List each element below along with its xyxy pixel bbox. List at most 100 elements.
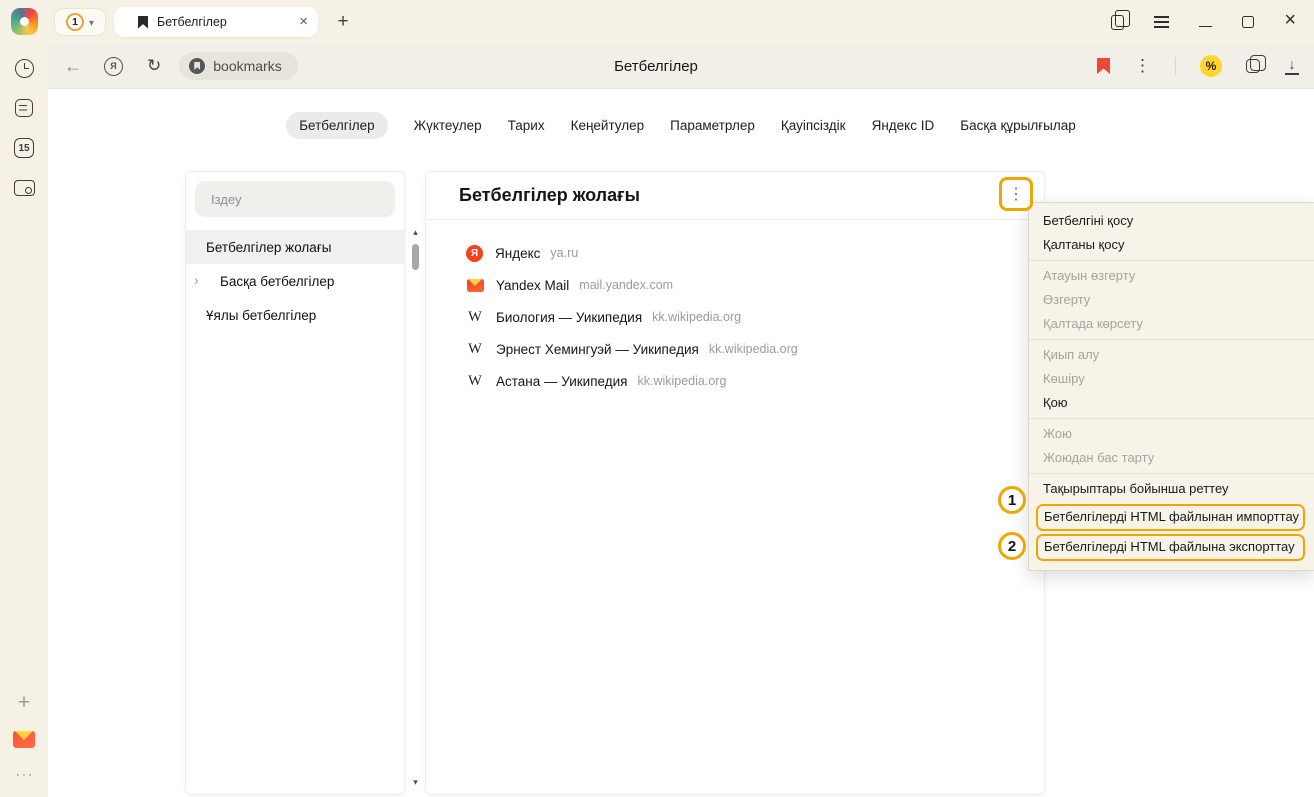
bookmark-title: Yandex Mail <box>496 278 569 293</box>
yandex-mail-icon <box>13 731 35 748</box>
scroll-down-icon[interactable] <box>413 772 418 790</box>
address-badge[interactable]: bookmarks <box>179 52 297 80</box>
add-widget-button[interactable] <box>0 685 48 721</box>
browser-window: 15 1 Бетбелгілер <box>0 0 1314 797</box>
bookmark-item[interactable]: Биология — Уикипедия kk.wikipedia.org <box>466 301 1044 333</box>
annotation-step-1: 1 <box>998 486 1026 514</box>
scroll-thumb[interactable] <box>412 244 419 270</box>
browser-tab-active[interactable]: Бетбелгілер <box>114 7 318 37</box>
minimize-button[interactable] <box>1199 26 1212 28</box>
bookmark-title: Биология — Уикипедия <box>496 310 642 325</box>
panel-heading: Бетбелгілер жолағы <box>459 185 640 206</box>
chevron-right-icon[interactable] <box>194 272 199 288</box>
folder-item-bookmarks-bar[interactable]: Бетбелгілер жолағы <box>186 230 404 264</box>
tab-bookmarks[interactable]: Бетбелгілер <box>286 112 387 139</box>
menu-divider <box>1029 473 1314 474</box>
bookmark-url: mail.yandex.com <box>579 278 673 292</box>
toolbar-divider <box>1175 57 1176 75</box>
tab-settings[interactable]: Параметрлер <box>670 112 755 139</box>
yandex-browser-logo[interactable] <box>11 8 38 35</box>
menu-item-add-folder[interactable]: Қалтаны қосу <box>1029 233 1314 257</box>
bookmark-title: Эрнест Хемингуэй — Уикипедия <box>496 342 699 357</box>
menu-item-copy: Көшіру <box>1029 367 1314 391</box>
notes-count-badge: 15 <box>14 138 34 158</box>
history-button[interactable] <box>0 48 48 88</box>
bookmark-title: Яндекс <box>495 246 540 261</box>
folder-label: Басқа бетбелгілер <box>220 274 334 289</box>
menu-divider <box>1029 260 1314 261</box>
panel-menu-icon[interactable] <box>1008 184 1024 204</box>
menu-item-import-html[interactable]: Бетбелгілерді HTML файлынан импорттау <box>1036 504 1305 531</box>
maximize-button[interactable] <box>1242 16 1254 28</box>
address-toolbar: bookmarks Бетбелгілер <box>48 44 1314 89</box>
strip-top-icons: 15 <box>0 48 48 208</box>
bookmarks-panel: Бетбелгілер жолағы Яндекс ya.ru Yandex M… <box>425 171 1045 795</box>
refresh-icon[interactable] <box>147 56 161 76</box>
bookmark-url: kk.wikipedia.org <box>709 342 798 356</box>
bookmark-url: kk.wikipedia.org <box>637 374 726 388</box>
tab-downloads[interactable]: Жүктеулер <box>414 112 482 139</box>
download-icon[interactable] <box>1284 58 1300 75</box>
page-title: Бетбелгілер <box>614 58 698 75</box>
screencast-icon <box>14 180 35 196</box>
scrollbar[interactable] <box>409 222 422 790</box>
menu-item-paste[interactable]: Қою <box>1029 391 1314 415</box>
new-tab-button[interactable] <box>331 10 355 34</box>
collections-icon[interactable] <box>1246 59 1260 73</box>
folder-item-mobile-bookmarks[interactable]: Ұялы бетбелгілер <box>186 298 404 332</box>
panel-header: Бетбелгілер жолағы <box>426 172 1044 220</box>
search-input[interactable] <box>211 192 379 207</box>
screencast-button[interactable] <box>0 168 48 208</box>
bookmark-flag-icon[interactable] <box>1097 58 1110 74</box>
menu-item-export-html[interactable]: Бетбелгілерді HTML файлына экспорттау <box>1036 534 1305 561</box>
menu-divider <box>1029 339 1314 340</box>
context-menu: Бетбелгіні қосу Қалтаны қосу Атауын өзге… <box>1028 202 1314 571</box>
wikipedia-favicon <box>466 373 484 390</box>
yandex-mail-button[interactable] <box>0 721 48 757</box>
menu-item-sort-by-title[interactable]: Тақырыптары бойынша реттеу <box>1029 477 1314 501</box>
yandex-mail-favicon <box>467 279 484 292</box>
bookmark-item[interactable]: Эрнест Хемингуэй — Уикипедия kk.wikipedi… <box>466 333 1044 365</box>
feed-icon <box>15 99 33 117</box>
back-icon[interactable] <box>64 56 82 77</box>
menu-item-show-in-folder: Қалтада көрсету <box>1029 312 1314 336</box>
manager-nav-tabs: Бетбелгілер Жүктеулер Тарих Кеңейтулер П… <box>48 112 1314 139</box>
folders-panel: Бетбелгілер жолағы Басқа бетбелгілер Ұял… <box>185 171 405 795</box>
bookmark-title: Астана — Уикипедия <box>496 374 627 389</box>
bookmark-list: Яндекс ya.ru Yandex Mail mail.yandex.com… <box>426 220 1044 397</box>
bookmarks-manager-page: Бетбелгілер Жүктеулер Тарих Кеңейтулер П… <box>48 89 1314 797</box>
tab-security[interactable]: Қауіпсіздік <box>781 112 846 139</box>
strip-more-button[interactable] <box>0 757 48 793</box>
menu-item-cut: Қиып алу <box>1029 343 1314 367</box>
strip-bottom-icons <box>0 685 48 793</box>
tab-panel-icon[interactable] <box>1111 15 1124 30</box>
chevron-down-icon <box>89 13 94 31</box>
bookmark-favicon-icon <box>138 16 148 29</box>
notes-button[interactable]: 15 <box>0 128 48 168</box>
tab-yandex-id[interactable]: Яндекс ID <box>872 112 935 139</box>
feed-button[interactable] <box>0 88 48 128</box>
tab-history[interactable]: Тарих <box>508 112 545 139</box>
bookmark-item[interactable]: Астана — Уикипедия kk.wikipedia.org <box>466 365 1044 397</box>
scroll-up-icon[interactable] <box>413 222 418 240</box>
browser-menu-icon[interactable] <box>1154 16 1169 28</box>
folder-item-other-bookmarks[interactable]: Басқа бетбелгілер <box>186 264 404 298</box>
tab-counter-button[interactable]: 1 <box>54 8 106 36</box>
folder-list: Бетбелгілер жолағы Басқа бетбелгілер Ұял… <box>186 230 404 332</box>
browser-side-strip: 15 <box>0 0 48 797</box>
close-window-button[interactable] <box>1284 13 1296 31</box>
tab-other-devices[interactable]: Басқа құрылғылар <box>960 112 1076 139</box>
bookmark-item[interactable]: Yandex Mail mail.yandex.com <box>466 269 1044 301</box>
site-icon <box>189 58 205 74</box>
window-controls <box>1111 0 1314 44</box>
toolbar-right-icons <box>1097 44 1300 88</box>
bookmark-item[interactable]: Яндекс ya.ru <box>466 237 1044 269</box>
yandex-home-icon[interactable] <box>104 57 123 76</box>
menu-item-add-bookmark[interactable]: Бетбелгіні қосу <box>1029 209 1314 233</box>
folder-label: Ұялы бетбелгілер <box>206 308 316 323</box>
menu-item-undo-delete: Жоюдан бас тарту <box>1029 446 1314 470</box>
percent-offers-icon[interactable] <box>1200 55 1222 77</box>
more-options-icon[interactable] <box>1134 56 1151 76</box>
tab-extensions[interactable]: Кеңейтулер <box>571 112 645 139</box>
close-tab-icon[interactable] <box>299 13 308 31</box>
